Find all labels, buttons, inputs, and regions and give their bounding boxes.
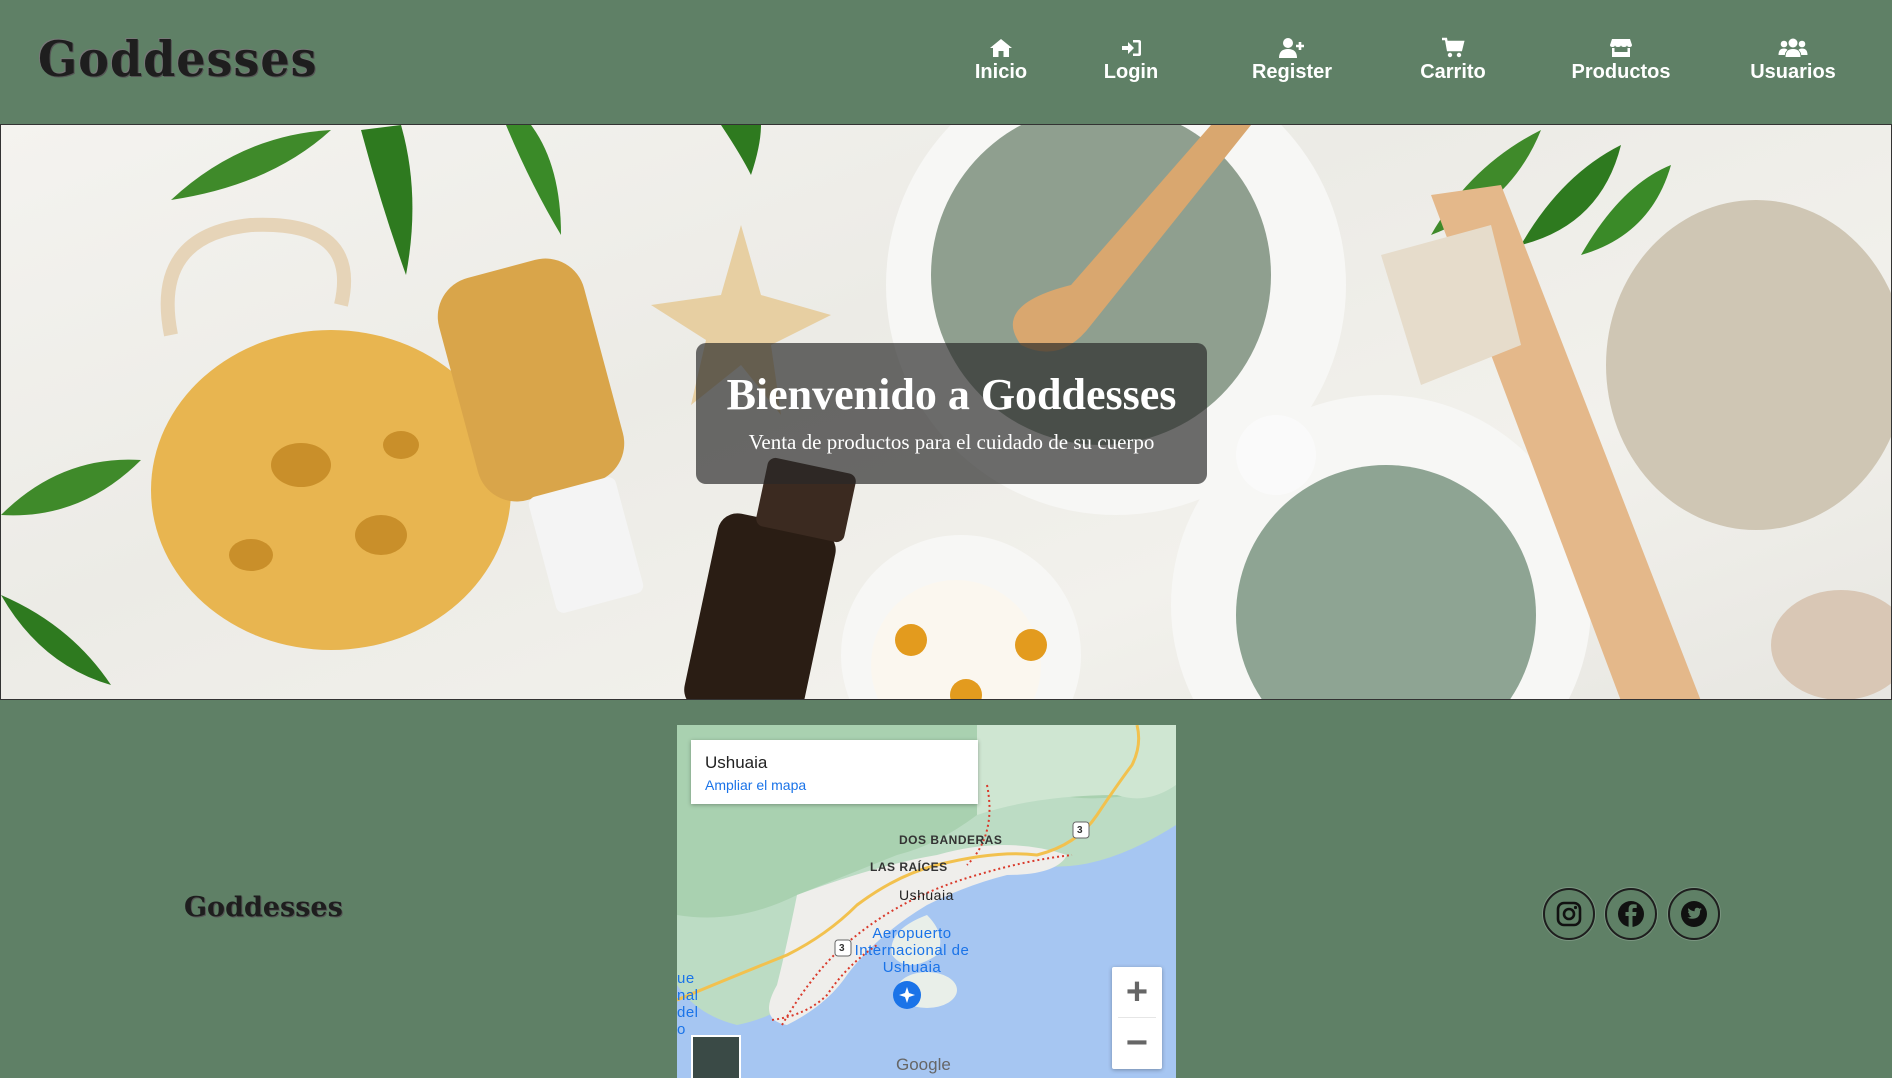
facebook-icon bbox=[1618, 901, 1644, 927]
map-place-title: Ushuaia bbox=[705, 753, 768, 772]
site-header: Goddesses Inicio Login Register Carrito bbox=[0, 0, 1892, 124]
nav-label: Inicio bbox=[974, 61, 1028, 83]
google-logo: Google bbox=[896, 1055, 951, 1074]
brand-logo[interactable]: Goddesses bbox=[38, 31, 318, 88]
instagram-button[interactable] bbox=[1543, 888, 1595, 940]
user-plus-icon bbox=[1277, 36, 1307, 60]
twitter-button[interactable] bbox=[1668, 888, 1720, 940]
nav-inicio[interactable]: Inicio bbox=[956, 36, 1046, 84]
nav-label: Productos bbox=[1571, 61, 1671, 83]
users-icon bbox=[1778, 36, 1808, 60]
map-zoom-control: + − bbox=[1112, 967, 1162, 1069]
map-label-ushuaia: Ushuaia bbox=[899, 887, 954, 903]
map-label-las-raices: LAS RAÍCES bbox=[870, 860, 948, 874]
zoom-out-button[interactable]: − bbox=[1112, 1018, 1162, 1068]
cart-icon bbox=[1438, 36, 1468, 60]
nav-label: Carrito bbox=[1420, 61, 1486, 83]
hero-welcome-box: Bienvenido a Goddesses Venta de producto… bbox=[696, 343, 1207, 484]
nav-usuarios[interactable]: Usuarios bbox=[1730, 36, 1856, 84]
nav-label: Usuarios bbox=[1750, 61, 1836, 83]
twitter-icon bbox=[1681, 901, 1707, 927]
nav-label: Register bbox=[1251, 61, 1333, 83]
hero-title: Bienvenido a Goddesses bbox=[726, 370, 1177, 419]
instagram-icon bbox=[1556, 901, 1582, 927]
map-label-dos-banderas: DOS BANDERAS bbox=[899, 833, 1003, 847]
store-icon bbox=[1606, 36, 1636, 60]
nav-login[interactable]: Login bbox=[1086, 36, 1176, 84]
hero-banner: Bienvenido a Goddesses Venta de producto… bbox=[0, 124, 1892, 700]
facebook-button[interactable] bbox=[1605, 888, 1657, 940]
footer-logo: Goddesses bbox=[184, 892, 343, 923]
map-route-badge: 3 bbox=[1077, 825, 1084, 836]
nav-label: Login bbox=[1103, 61, 1159, 83]
nav-carrito[interactable]: Carrito bbox=[1403, 36, 1503, 84]
embedded-map[interactable]: DOS BANDERAS LAS RAÍCES Ushuaia Aeropuer… bbox=[677, 725, 1176, 1078]
login-icon bbox=[1116, 36, 1146, 60]
map-satellite-toggle[interactable] bbox=[691, 1035, 741, 1078]
nav-productos[interactable]: Productos bbox=[1551, 36, 1691, 84]
home-icon bbox=[986, 36, 1016, 60]
zoom-in-button[interactable]: + bbox=[1112, 967, 1162, 1017]
map-info-card: Ushuaia Ampliar el mapa bbox=[691, 740, 978, 804]
map-route-badge: 3 bbox=[839, 943, 846, 954]
map-label-airport: Aeropuerto Internacional de Ushuaia bbox=[854, 925, 970, 976]
map-label-edge: ue nal del o bbox=[677, 970, 699, 1038]
map-expand-link[interactable]: Ampliar el mapa bbox=[705, 777, 806, 793]
hero-subtitle: Venta de productos para el cuidado de su… bbox=[748, 430, 1155, 454]
nav-register[interactable]: Register bbox=[1237, 36, 1347, 84]
